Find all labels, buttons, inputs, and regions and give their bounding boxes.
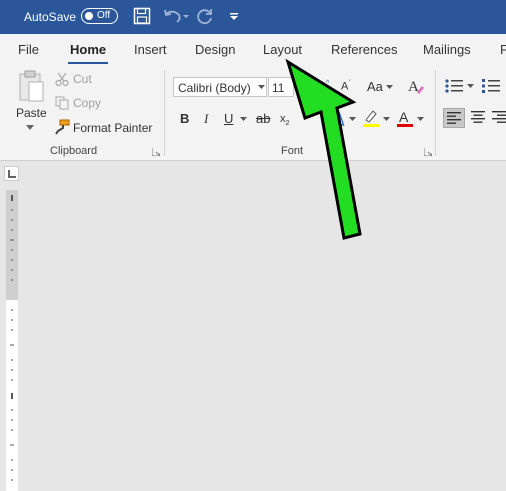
green-arrow-annotation	[285, 58, 362, 240]
